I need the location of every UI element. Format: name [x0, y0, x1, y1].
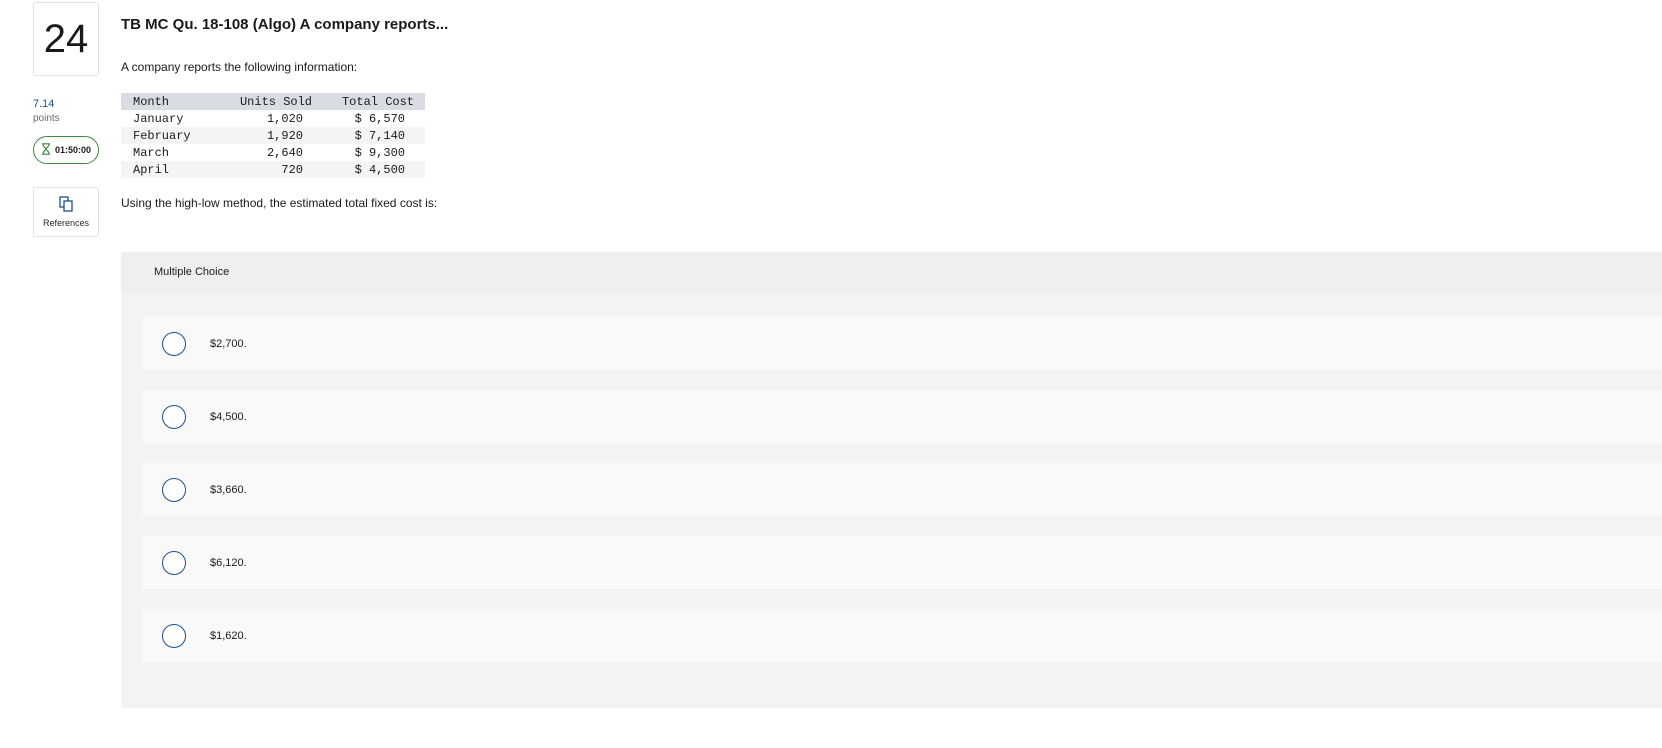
answer-option-label: $4,500. — [210, 410, 247, 423]
answer-option-a[interactable]: $2,700. — [142, 317, 1662, 370]
radio-button-icon[interactable] — [162, 404, 186, 429]
table-row: March 2,640 $ 9,300 — [121, 144, 425, 161]
cell-units-sold: 1,020 — [266, 111, 303, 126]
answer-option-d[interactable]: $6,120. — [142, 536, 1662, 589]
radio-button-icon[interactable] — [162, 477, 186, 502]
table-row: April 720 $ 4,500 — [121, 161, 425, 178]
cell-month: February — [121, 127, 221, 144]
answer-option-e[interactable]: $1,620. — [142, 609, 1662, 662]
question-title: TB MC Qu. 18-108 (Algo) A company report… — [121, 16, 449, 33]
references-label: References — [42, 218, 90, 228]
points-value: 7.14 — [33, 98, 55, 110]
cell-total-cost: $ 9,300 — [354, 145, 405, 160]
answer-option-label: $1,620. — [210, 629, 247, 642]
timer-text: 01:50:00 — [54, 145, 92, 155]
column-header-units-sold: Units Sold — [221, 93, 327, 110]
cell-total-cost: $ 7,140 — [327, 127, 425, 144]
radio-button-icon[interactable] — [162, 331, 186, 356]
question-number: 24 — [33, 2, 99, 76]
table-row: February 1,920 $ 7,140 — [121, 127, 425, 144]
radio-button-icon[interactable] — [162, 550, 186, 575]
hourglass-icon — [41, 143, 51, 157]
cell-month: January — [133, 111, 184, 126]
column-header-month: Month — [121, 93, 221, 110]
copy-documents-icon — [59, 196, 73, 214]
answer-option-label: $6,120. — [210, 556, 247, 569]
data-table: Month Units Sold Total Cost January 1,02… — [121, 93, 425, 178]
cell-month: March — [133, 145, 170, 160]
answer-option-label: $2,700. — [210, 337, 247, 350]
cell-units-sold: 2,640 — [266, 145, 303, 160]
cell-units-sold: 1,920 — [221, 127, 327, 144]
answer-option-c[interactable]: $3,660. — [142, 463, 1662, 516]
points-label: points — [33, 113, 60, 124]
multiple-choice-header: Multiple Choice — [121, 252, 1662, 292]
cell-month: April — [121, 161, 221, 178]
answer-option-b[interactable]: $4,500. — [142, 390, 1662, 443]
references-button[interactable]: References — [33, 187, 99, 237]
question-intro: A company reports the following informat… — [121, 60, 358, 74]
timer-badge[interactable]: 01:50:00 — [33, 136, 99, 164]
table-header-row: Month Units Sold Total Cost — [121, 93, 425, 110]
multiple-choice-panel: Multiple Choice $2,700. $4,500. $3,660. … — [121, 252, 1662, 708]
cell-total-cost: $ 6,570 — [354, 111, 405, 126]
cell-units-sold: 720 — [221, 161, 327, 178]
answer-option-label: $3,660. — [210, 483, 247, 496]
column-header-total-cost: Total Cost — [327, 93, 425, 110]
cell-total-cost: $ 4,500 — [327, 161, 425, 178]
table-row: January 1,020 $ 6,570 — [121, 110, 425, 127]
radio-button-icon[interactable] — [162, 623, 186, 648]
question-prompt: Using the high-low method, the estimated… — [121, 196, 438, 210]
